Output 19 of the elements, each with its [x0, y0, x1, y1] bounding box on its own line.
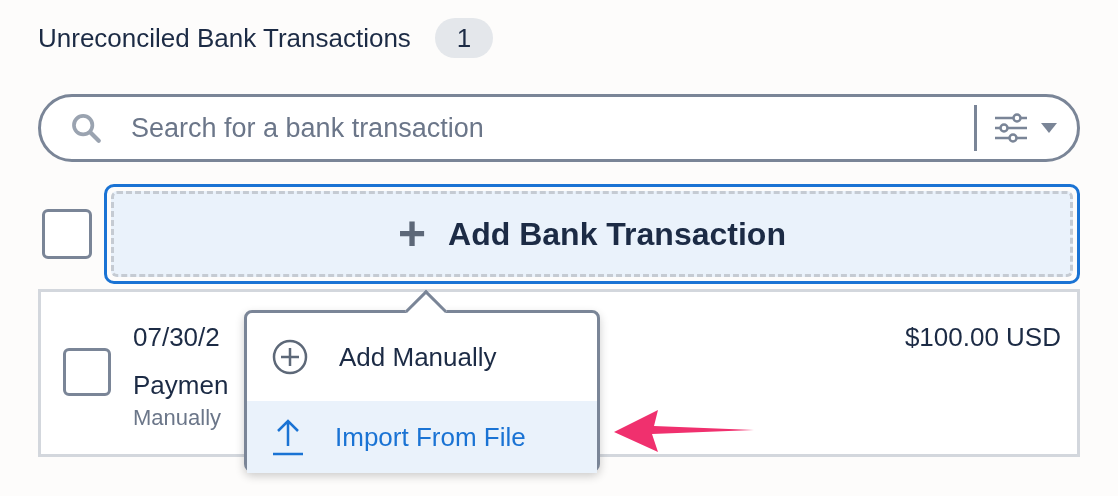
- search-field[interactable]: Search for a bank transaction: [131, 107, 958, 149]
- sliders-icon: [993, 112, 1029, 144]
- filter-button[interactable]: [993, 112, 1057, 144]
- transaction-amount: $100.00 USD: [904, 321, 1061, 354]
- caret-icon: [1041, 123, 1057, 133]
- checkbox[interactable]: [63, 348, 111, 396]
- section-title: Unreconciled Bank Transactions: [38, 21, 411, 55]
- menu-item[interactable]: Import From File: [247, 401, 597, 473]
- count-badge: 1: [434, 18, 493, 58]
- transaction-description: Paymen: [133, 369, 229, 402]
- menu-item[interactable]: Add Manually: [247, 321, 597, 393]
- plus-circle-icon: [271, 338, 309, 376]
- transaction-source: Manually: [133, 404, 223, 432]
- transaction-date: 07/30/2: [133, 321, 221, 354]
- search-icon: [69, 111, 103, 145]
- search-bar[interactable]: Search for a bank transaction: [38, 94, 1080, 162]
- checkbox[interactable]: [42, 209, 92, 259]
- add-bank-transaction-button[interactable]: + Add Bank Transaction: [104, 184, 1080, 284]
- upload-icon: [271, 418, 305, 456]
